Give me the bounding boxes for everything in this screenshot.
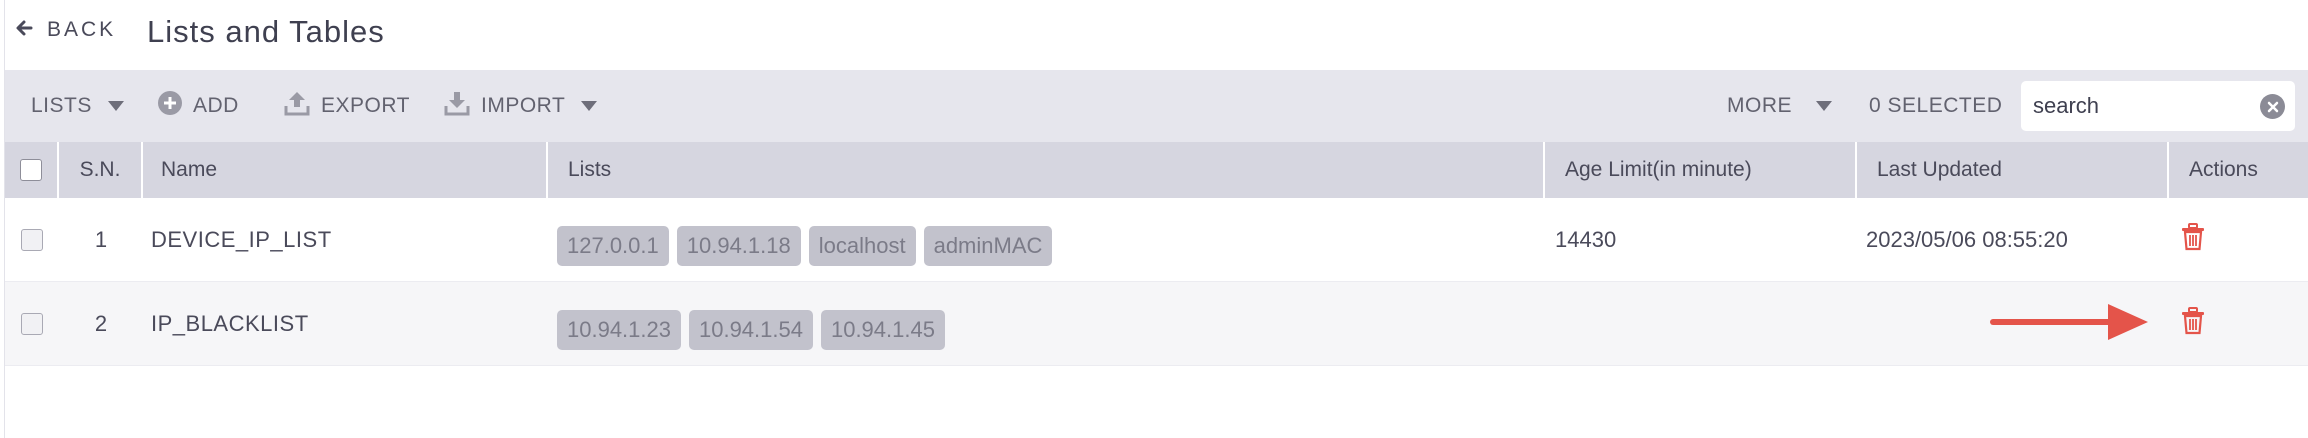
row-lists: 127.0.0.1 10.94.1.18 localhost adminMAC xyxy=(557,198,1545,282)
page-title: Lists and Tables xyxy=(147,14,385,49)
select-all-checkbox[interactable] xyxy=(20,159,42,181)
list-chip: 10.94.1.45 xyxy=(820,310,945,350)
trash-icon xyxy=(2181,307,2205,341)
caret-down-icon xyxy=(107,101,124,111)
row-name: DEVICE_IP_LIST xyxy=(151,227,332,252)
lists-label: LISTS xyxy=(31,94,92,117)
row-lists: 10.94.1.23 10.94.1.54 10.94.1.45 xyxy=(557,282,1545,366)
column-last-updated[interactable]: Last Updated xyxy=(1857,142,2169,198)
column-lists[interactable]: Lists xyxy=(548,142,1545,198)
row-sn: 1 xyxy=(94,227,108,252)
plus-circle-icon xyxy=(157,90,183,122)
row-checkbox[interactable] xyxy=(21,229,43,251)
row-name: IP_BLACKLIST xyxy=(151,311,309,336)
clear-icon[interactable] xyxy=(2260,94,2285,119)
row-select-cell xyxy=(5,198,59,282)
lists-dropdown[interactable]: LISTS xyxy=(31,70,124,142)
back-label: BACK xyxy=(47,18,117,41)
list-chip: 10.94.1.54 xyxy=(688,310,813,350)
select-all-cell xyxy=(5,142,59,198)
list-chip: 10.94.1.23 xyxy=(557,310,681,350)
export-label: EXPORT xyxy=(321,94,410,117)
list-chip: 10.94.1.18 xyxy=(676,226,801,266)
delete-button[interactable] xyxy=(2181,282,2221,366)
table-row[interactable]: 2 IP_BLACKLIST 10.94.1.23 10.94.1.54 10.… xyxy=(5,282,2308,366)
caret-down-icon xyxy=(1816,101,1832,111)
delete-button[interactable] xyxy=(2181,198,2221,282)
page-header: BACK Lists and Tables xyxy=(5,0,2308,66)
selected-count: 0 SELECTED xyxy=(1869,70,2002,142)
caret-down-icon xyxy=(581,101,598,111)
table-row[interactable]: 1 DEVICE_IP_LIST 127.0.0.1 10.94.1.18 lo… xyxy=(5,198,2308,282)
arrow-right-icon xyxy=(1990,302,2150,347)
search-input[interactable] xyxy=(2033,93,2253,119)
download-icon xyxy=(443,89,471,123)
row-select-cell xyxy=(5,282,59,366)
back-button[interactable]: BACK xyxy=(15,18,116,42)
row-age-limit xyxy=(1555,282,1855,366)
column-sn[interactable]: S.N. xyxy=(59,142,143,198)
column-name[interactable]: Name xyxy=(143,142,548,198)
column-actions: Actions xyxy=(2189,158,2258,181)
row-age-limit: 14430 xyxy=(1555,227,1617,252)
add-label: ADD xyxy=(193,94,239,117)
add-button[interactable]: ADD xyxy=(157,70,239,142)
more-label: MORE xyxy=(1727,94,1792,117)
list-chip: localhost xyxy=(808,226,916,266)
arrow-left-icon xyxy=(15,19,33,42)
list-chip: 127.0.0.1 xyxy=(557,226,669,266)
trash-icon xyxy=(2181,223,2205,257)
list-chip: adminMAC xyxy=(923,226,1053,266)
row-last-updated: 2023/05/06 08:55:20 xyxy=(1866,227,2068,252)
upload-icon xyxy=(283,89,311,123)
export-button[interactable]: EXPORT xyxy=(283,70,410,142)
column-age-limit[interactable]: Age Limit(in minute) xyxy=(1545,142,1857,198)
row-checkbox[interactable] xyxy=(21,313,43,335)
more-dropdown[interactable]: MORE xyxy=(1727,70,1832,142)
lists-and-tables-page: BACK Lists and Tables LISTS ADD EXPORT I… xyxy=(4,0,2308,438)
import-label: IMPORT xyxy=(481,94,566,117)
row-sn: 2 xyxy=(94,311,108,336)
table-header: S.N. Name Lists Age Limit(in minute) Las… xyxy=(5,142,2308,198)
import-dropdown[interactable]: IMPORT xyxy=(443,70,598,142)
toolbar: LISTS ADD EXPORT IMPORT MORE 0 SELECTED … xyxy=(5,70,2308,142)
search-box xyxy=(2021,81,2295,131)
selected-label: 0 SELECTED xyxy=(1869,94,2003,117)
